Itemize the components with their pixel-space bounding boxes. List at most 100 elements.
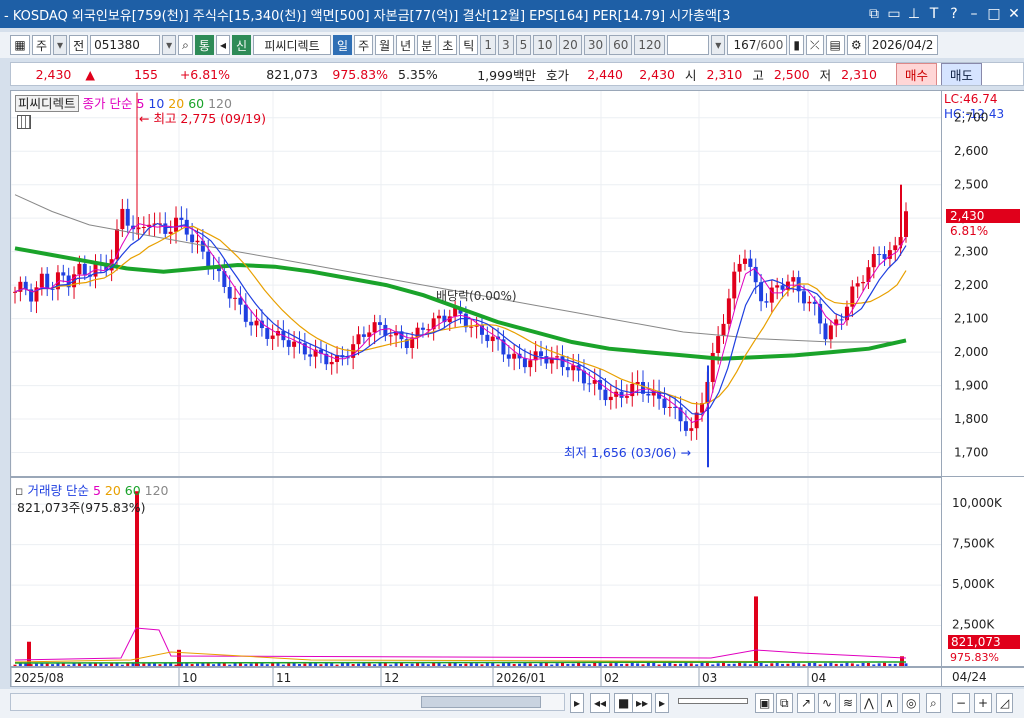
candle-body — [742, 258, 747, 264]
crosshair-icon[interactable]: ⤫ — [805, 35, 824, 55]
candle-body — [603, 389, 608, 401]
candle-body — [206, 251, 211, 267]
restore-icon[interactable]: ⧉ — [864, 6, 884, 22]
volume-chart-panel[interactable]: ▫ 거래량 단순 5 20 60 120 821,073주(975.83%) — [10, 477, 942, 667]
trend-tool-icon[interactable]: ∿ — [818, 693, 837, 713]
search-icon[interactable]: ⌕ — [178, 35, 193, 55]
volume-bar — [104, 664, 108, 666]
interval-1[interactable]: 1 — [480, 35, 496, 55]
horizontal-scrollbar[interactable] — [10, 693, 565, 711]
price-chart-svg[interactable] — [11, 91, 941, 476]
volume-y-axis: 2,500K 5,000K 7,500K 10,000K 821,073 975.83… — [942, 477, 1024, 667]
candle-body — [624, 396, 629, 398]
candle-body — [528, 360, 533, 368]
ask-price: 2,440 — [587, 66, 624, 82]
volume-bar — [260, 663, 264, 666]
volume-bar — [566, 663, 570, 666]
grid-icon[interactable]: ▦ — [10, 35, 30, 55]
interval-20[interactable]: 20 — [558, 35, 582, 55]
volume-bar — [67, 664, 71, 666]
pattern-tool-icon[interactable]: ⋀ — [860, 693, 878, 713]
sell-button[interactable]: 매도 — [940, 63, 982, 85]
scrollbar-thumb[interactable] — [421, 696, 541, 708]
maximize-icon[interactable]: □ — [984, 6, 1004, 22]
candle-body — [437, 315, 442, 319]
zoom-slider[interactable] — [678, 698, 748, 704]
cycle-tool-icon[interactable]: ◎ — [902, 693, 921, 713]
volume-current-text: 821,073주(975.83%) — [17, 500, 146, 515]
vol-ma5-line — [14, 627, 907, 661]
period-month-tab[interactable]: 월 — [375, 35, 395, 55]
candle-type-icon[interactable]: ▣ — [755, 693, 775, 713]
speaker-icon[interactable]: ◂ — [215, 35, 230, 55]
step-icon[interactable]: ▸ — [655, 693, 670, 713]
volume-chart-svg[interactable] — [11, 478, 941, 666]
help-icon[interactable]: ? — [944, 6, 964, 22]
period-week-tab[interactable]: 주 — [354, 35, 374, 55]
compare-icon[interactable]: ⧉ — [776, 693, 793, 713]
candle-body — [45, 273, 50, 289]
chart-settings-icon[interactable]: ▮ — [789, 35, 804, 55]
x-axis-end: 04/24 — [942, 667, 1024, 687]
text-icon[interactable]: T — [924, 6, 944, 22]
resize-icon[interactable]: ◿ — [996, 693, 1014, 713]
buy-button[interactable]: 매수 — [895, 63, 937, 85]
volume-bar — [904, 663, 908, 666]
candle-body — [308, 354, 313, 357]
price-chart-panel[interactable]: 피씨디렉트 종가 단순 5 10 20 60 120 ← 최고 2,775 (0… — [10, 90, 942, 477]
market-type-select[interactable]: 주 — [32, 35, 52, 55]
price-legend-prefix: 종가 단순 — [82, 96, 133, 111]
line-tool-icon[interactable]: ↗ — [797, 693, 816, 713]
candle-body — [560, 356, 565, 368]
stock-code-input[interactable]: 051380 — [90, 35, 161, 55]
candle-body — [216, 268, 221, 272]
all-button[interactable]: 전 — [69, 35, 89, 55]
fast-forward-icon[interactable]: ▸▸ — [632, 693, 653, 713]
tile-icon[interactable]: ▭ — [884, 6, 904, 22]
candle-body — [77, 263, 82, 275]
code-dropdown-icon[interactable]: ▾ — [162, 35, 177, 55]
save-icon[interactable]: ▤ — [825, 35, 845, 55]
zoom-out-icon[interactable]: − — [952, 693, 971, 713]
magnifier-icon[interactable]: ⌕ — [926, 693, 941, 713]
date-input[interactable]: 2026/04/2 — [867, 35, 938, 55]
minimize-icon[interactable]: – — [964, 6, 984, 22]
interval-3[interactable]: 3 — [497, 35, 514, 55]
trade-amount: 1,999백만 — [477, 67, 536, 83]
chevron-down-icon[interactable]: ▾ — [53, 35, 68, 55]
table-icon[interactable] — [17, 115, 31, 129]
interval-10[interactable]: 10 — [533, 35, 557, 55]
period-year-tab[interactable]: 년 — [396, 35, 416, 55]
period-tick-tab[interactable]: 틱 — [459, 35, 479, 55]
interval-5[interactable]: 5 — [515, 35, 532, 55]
fib-tool-icon[interactable]: ≋ — [839, 693, 858, 713]
interval-60[interactable]: 60 — [609, 35, 633, 55]
interval-custom-input[interactable] — [667, 35, 710, 55]
period-second-tab[interactable]: 초 — [438, 35, 458, 55]
interval-120[interactable]: 120 — [634, 35, 666, 55]
volume-bar — [437, 663, 441, 666]
zoom-in-icon[interactable]: + — [974, 693, 993, 713]
volume-bar — [598, 663, 602, 666]
wave-tool-icon[interactable]: ∧ — [881, 693, 898, 713]
high-price: 2,500 — [773, 66, 810, 82]
count-input[interactable]: 167/600 — [727, 35, 788, 55]
candle-body — [141, 227, 146, 229]
period-day-tab[interactable]: 일 — [333, 35, 353, 55]
tong-button[interactable]: 통 — [194, 35, 214, 55]
close-icon[interactable]: ✕ — [1004, 6, 1024, 22]
rewind-icon[interactable]: ◂◂ — [590, 693, 611, 713]
interval-dropdown-icon[interactable]: ▾ — [711, 35, 726, 55]
sin-button[interactable]: 신 — [231, 35, 252, 55]
volume-bar — [716, 663, 720, 666]
pin-icon[interactable]: ⊥ — [904, 6, 924, 22]
interval-30[interactable]: 30 — [583, 35, 608, 55]
gear-icon[interactable]: ⚙ — [846, 35, 866, 55]
volume-bar — [861, 662, 865, 666]
period-minute-tab[interactable]: 분 — [417, 35, 437, 55]
stop-icon[interactable]: ■ — [614, 693, 634, 713]
volume-bar — [775, 662, 779, 666]
scroll-right-icon[interactable]: ▸ — [570, 693, 585, 713]
candle-body — [329, 361, 334, 365]
volume-bar — [743, 663, 747, 666]
